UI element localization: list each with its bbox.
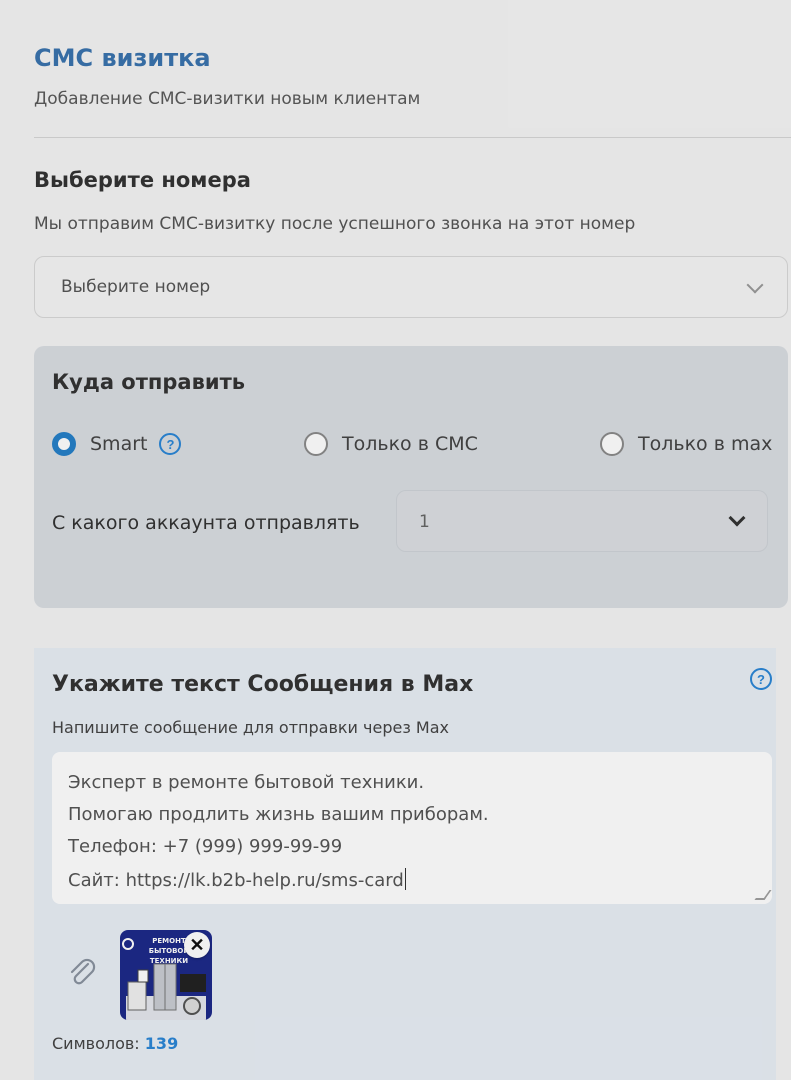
radio-max-only-indicator[interactable] [600,432,624,456]
radio-max-only-label: Только в max [638,433,773,455]
number-select-placeholder: Выберите номер [61,277,211,297]
max-message-card: Укажите текст Сообщения в Max ? Напишите… [34,648,776,1080]
chevron-down-icon [746,276,764,294]
radio-smart[interactable]: Smart ? [52,432,182,456]
chevron-down-icon [728,509,746,527]
question-circle-icon[interactable]: ? [750,668,772,690]
message-line: Помогаю продлить жизнь вашим приборам. [68,804,489,825]
account-label: С какого аккаунта отправлять [52,512,360,534]
radio-smart-label: Smart [90,433,148,455]
text-caret [404,868,406,890]
message-line-last: Сайт: https://lk.b2b-help.ru/sms-card [68,868,406,891]
radio-sms-only-indicator[interactable] [304,432,328,456]
send-destination-title: Куда отправить [52,370,246,394]
account-select-value: 1 [419,512,430,532]
radio-max-only[interactable]: Только в max [600,432,772,456]
message-textarea[interactable]: Эксперт в ремонте бытовой техники. Помог… [52,752,772,904]
message-line-text: Сайт: https://lk.b2b-help.ru/sms-card [68,870,404,891]
page-title: СМС визитка [34,44,211,72]
number-select[interactable]: Выберите номер [34,256,788,318]
sms-card-settings-page: СМС визитка Добавление СМС-визитки новым… [0,0,791,1080]
character-counter: Символов: 139 [52,1034,178,1053]
account-select[interactable]: 1 [396,490,768,552]
max-message-subtitle: Напишите сообщение для отправки через Ma… [52,718,450,737]
character-counter-value: 139 [144,1034,179,1053]
question-circle-icon[interactable]: ? [159,433,182,455]
numbers-section-title: Выберите номера [34,168,251,192]
page-subtitle: Добавление СМС-визитки новым клиентам [34,89,421,109]
paperclip-icon[interactable] [64,954,100,990]
max-message-title: Укажите текст Сообщения в Max [52,672,474,697]
send-destination-card: Куда отправить Smart ? Только в СМС Толь… [34,346,788,608]
resize-handle-icon[interactable] [754,890,772,900]
character-counter-label: Символов: [52,1034,140,1053]
message-line: Эксперт в ремонте бытовой техники. [68,772,425,793]
close-icon[interactable]: ✕ [184,932,210,958]
numbers-section-subtitle: Мы отправим СМС-визитку после успешного … [34,214,636,234]
radio-smart-indicator[interactable] [52,432,76,456]
message-line: Телефон: +7 (999) 999-99-99 [68,836,343,857]
radio-sms-only[interactable]: Только в СМС [304,432,478,456]
radio-sms-only-label: Только в СМС [342,433,478,455]
divider [34,137,791,138]
